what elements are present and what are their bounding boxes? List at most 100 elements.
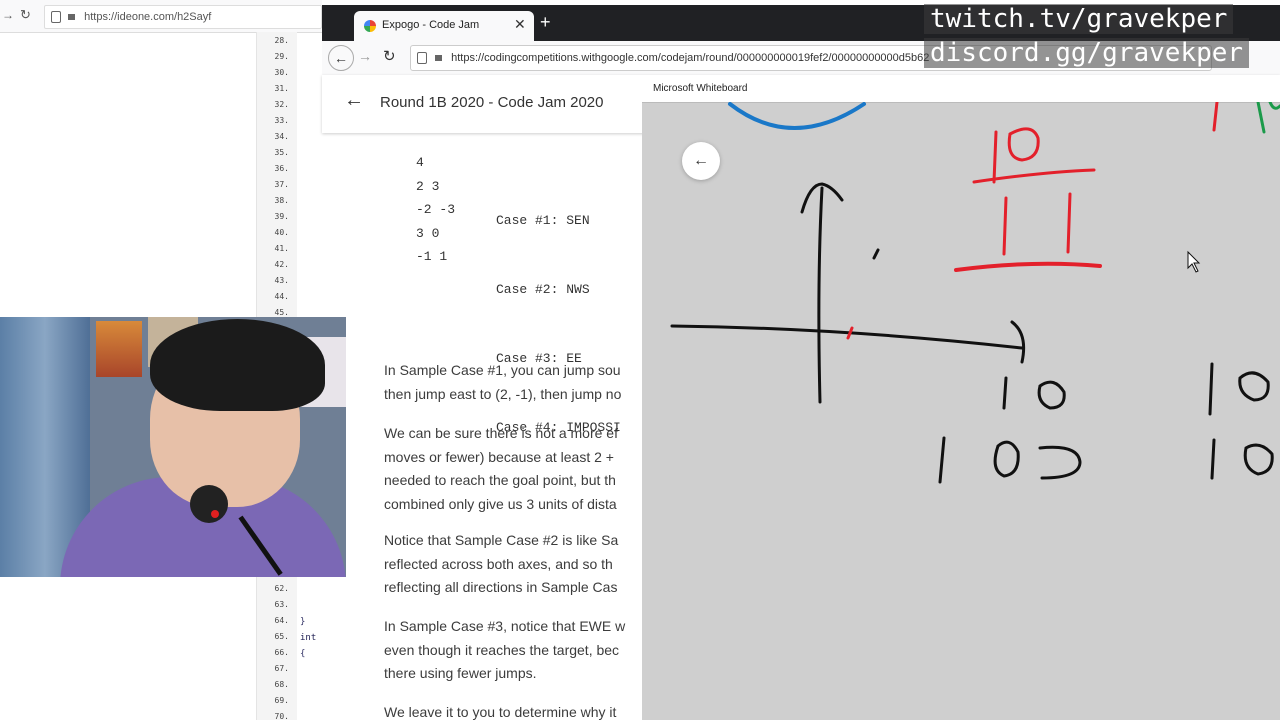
line-number: 29. <box>274 52 289 61</box>
code-line[interactable]: int <box>300 633 316 643</box>
shield-icon <box>417 52 427 65</box>
mouse-cursor-icon <box>1187 250 1201 273</box>
line-number: 66. <box>274 648 289 657</box>
line-number: 65. <box>274 632 289 641</box>
ideone-url-text: https://ideone.com/h2Sayf <box>84 11 212 23</box>
twitch-overlay: twitch.tv/gravekper <box>924 4 1234 34</box>
ink-red-tick <box>846 326 854 340</box>
ink-black-hundred-right <box>1210 438 1274 480</box>
line-number: 40. <box>274 228 289 237</box>
ink-black-ten-right <box>1208 362 1270 416</box>
whiteboard-title: Microsoft Whiteboard <box>653 83 748 94</box>
paragraph-line: In Sample Case #1, you can jump sou <box>384 362 621 378</box>
explanation-paragraph: In Sample Case #3, notice that EWE w eve… <box>384 615 654 686</box>
ink-x-axis <box>670 320 1026 364</box>
ink-blue-arc <box>728 102 866 130</box>
back-arrow-icon[interactable]: ← <box>344 89 364 112</box>
line-number: 39. <box>274 212 289 221</box>
paragraph-line: We can be sure there is not a more ef <box>384 425 618 441</box>
tab-title: Expogo - Code Jam <box>382 19 480 31</box>
codejam-favicon-icon <box>364 20 376 32</box>
explanation-paragraph: Notice that Sample Case #2 is like Sa re… <box>384 529 654 600</box>
reload-icon[interactable]: ↻ <box>20 7 31 23</box>
sample-input-line: -1 1 <box>416 249 448 264</box>
ink-black-hundred <box>938 436 1082 484</box>
tab-expogo[interactable]: Expogo - Code Jam ✕ <box>354 11 534 41</box>
page-title: Round 1B 2020 - Code Jam 2020 <box>380 94 604 111</box>
line-number: 36. <box>274 164 289 173</box>
lock-icon <box>435 55 443 62</box>
line-number: 62. <box>274 584 289 593</box>
whiteboard-canvas[interactable] <box>642 102 1280 720</box>
line-number: 63. <box>274 600 289 609</box>
line-number: 43. <box>274 276 289 285</box>
ideone-toolbar: → ↻ https://ideone.com/h2Sayf <box>0 0 322 33</box>
line-number: 44. <box>274 292 289 301</box>
line-number: 37. <box>274 180 289 189</box>
code-line[interactable]: } <box>300 617 305 627</box>
paragraph-line: We leave it to you to determine why it <box>384 704 617 720</box>
paragraph-line: Notice that Sample Case #2 is like Sa <box>384 532 619 548</box>
sample-input-line: -2 -3 <box>416 202 456 217</box>
line-number: 28. <box>274 36 289 45</box>
paragraph-line: combined only give us 3 units of dista <box>384 495 617 512</box>
paragraph-line: reflected across both axes, and so th <box>384 555 613 572</box>
line-number: 34. <box>274 132 289 141</box>
sample-input: 4 2 3 -2 -3 3 0 -1 1 <box>416 151 455 269</box>
line-number: 69. <box>274 696 289 705</box>
explanation-paragraph: We leave it to you to determine why it <box>384 701 654 725</box>
line-number: 42. <box>274 260 289 269</box>
new-tab-button[interactable]: + <box>540 12 551 33</box>
code-line[interactable]: { <box>300 649 305 659</box>
sample-output-line: Case #1: SEN <box>496 213 590 228</box>
forward-icon[interactable]: → <box>2 8 14 22</box>
sample-input-line: 2 3 <box>416 178 440 194</box>
line-number: 67. <box>274 664 289 673</box>
ink-red-line <box>972 168 1096 184</box>
ink-red-stroke <box>1212 102 1219 132</box>
person-hair <box>150 319 325 411</box>
ink-green-stroke <box>1256 102 1280 134</box>
paragraph-line: moves or fewer) because at least 2 + <box>384 448 614 465</box>
line-number: 31. <box>274 84 289 93</box>
microphone-icon <box>190 485 228 523</box>
discord-overlay: discord.gg/gravekper <box>924 38 1250 68</box>
paragraph-line: In Sample Case #3, notice that EWE w <box>384 618 626 634</box>
paragraph-line: even though it reaches the target, bec <box>384 641 620 658</box>
explanation-paragraph: We can be sure there is not a more ef mo… <box>384 422 654 516</box>
line-number: 38. <box>274 196 289 205</box>
reload-icon[interactable]: ↻ <box>383 47 396 65</box>
whiteboard-titlebar: Microsoft Whiteboard <box>642 78 1280 103</box>
paragraph-line: needed to reach the goal point, but th <box>384 472 616 488</box>
paragraph-line: there using fewer jumps. <box>384 665 537 681</box>
line-number: 68. <box>274 680 289 689</box>
ideone-address-bar[interactable]: https://ideone.com/h2Sayf <box>44 5 322 29</box>
address-bar-url: https://codingcompetitions.withgoogle.co… <box>451 52 930 64</box>
line-number: 30. <box>274 68 289 77</box>
line-number: 64. <box>274 616 289 625</box>
line-number: 41. <box>274 244 289 253</box>
ink-red-underline <box>954 261 1102 272</box>
sample-output-line: Case #2: NWS <box>496 282 590 297</box>
back-icon[interactable]: ← <box>328 45 354 71</box>
paragraph-line: reflecting all directions in Sample Cas <box>384 579 618 595</box>
explanation-paragraph: In Sample Case #1, you can jump sou then… <box>384 359 654 406</box>
line-number: 33. <box>274 116 289 125</box>
ink-black-ten <box>1002 376 1066 410</box>
ink-dot <box>872 248 880 260</box>
shield-icon <box>51 11 61 24</box>
sample-input-line: 4 <box>416 155 424 170</box>
sample-input-line: 3 0 <box>416 225 440 241</box>
webcam-feed <box>0 317 346 577</box>
poster <box>96 321 142 377</box>
line-number: 45. <box>274 308 289 317</box>
mic-light <box>211 510 219 518</box>
lock-icon <box>68 14 76 21</box>
close-tab-icon[interactable]: ✕ <box>514 16 526 33</box>
forward-icon[interactable]: → <box>358 48 372 64</box>
paragraph-line: then jump east to (2, -1), then jump no <box>384 385 622 402</box>
ink-y-axis <box>800 182 844 404</box>
ink-red-eleven <box>1002 192 1072 256</box>
line-number: 35. <box>274 148 289 157</box>
whiteboard-window: Microsoft Whiteboard ← <box>642 78 1280 720</box>
